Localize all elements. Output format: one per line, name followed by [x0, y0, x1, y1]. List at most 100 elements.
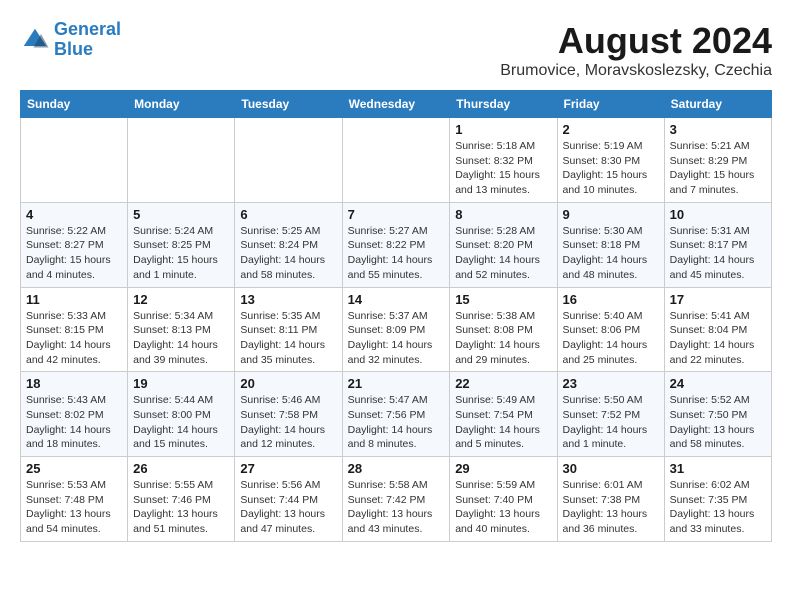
week-row-5: 25 Sunrise: 5:53 AM Sunset: 7:48 PM Dayli…	[21, 457, 772, 542]
day-cell: 17Sunrise: 5:41 AM Sunset: 8:04 PM Dayli…	[664, 287, 771, 372]
day-number: 9	[563, 207, 659, 222]
day-number: 4	[26, 207, 122, 222]
day-cell	[128, 118, 235, 203]
day-cell	[21, 118, 128, 203]
day-cell: 16 Sunrise: 5:40 AM Sunset: 8:06 PM Dayli…	[557, 287, 664, 372]
day-cell: 22 Sunrise: 5:49 AM Sunset: 7:54 PM Dayli…	[450, 372, 557, 457]
day-cell: 29 Sunrise: 5:59 AM Sunset: 7:40 PM Dayli…	[450, 457, 557, 542]
day-number: 26	[133, 461, 229, 476]
day-number: 14	[348, 292, 445, 307]
day-header-monday: Monday	[128, 91, 235, 118]
day-cell: 18 Sunrise: 5:43 AM Sunset: 8:02 PM Dayli…	[21, 372, 128, 457]
day-info: Sunrise: 5:40 AM Sunset: 8:06 PM Dayligh…	[563, 309, 659, 368]
title-block: August 2024 Brumovice, Moravskoslezsky, …	[500, 20, 772, 80]
logo-text: General Blue	[54, 20, 121, 60]
day-cell: 1Sunrise: 5:18 AM Sunset: 8:32 PM Daylig…	[450, 118, 557, 203]
week-row-4: 18 Sunrise: 5:43 AM Sunset: 8:02 PM Dayli…	[21, 372, 772, 457]
day-cell: 27 Sunrise: 5:56 AM Sunset: 7:44 PM Dayli…	[235, 457, 342, 542]
day-number: 15	[455, 292, 551, 307]
day-cell: 26Sunrise: 5:55 AM Sunset: 7:46 PM Dayli…	[128, 457, 235, 542]
day-number: 28	[348, 461, 445, 476]
day-info: Sunrise: 5:49 AM Sunset: 7:54 PM Dayligh…	[455, 393, 551, 452]
day-info: Sunrise: 5:43 AM Sunset: 8:02 PM Dayligh…	[26, 393, 122, 452]
day-header-sunday: Sunday	[21, 91, 128, 118]
day-number: 29	[455, 461, 551, 476]
day-cell: 25 Sunrise: 5:53 AM Sunset: 7:48 PM Dayli…	[21, 457, 128, 542]
day-cell: 13 Sunrise: 5:35 AM Sunset: 8:11 PM Dayli…	[235, 287, 342, 372]
day-cell: 8 Sunrise: 5:28 AM Sunset: 8:20 PM Daylig…	[450, 202, 557, 287]
day-cell: 3Sunrise: 5:21 AM Sunset: 8:29 PM Daylig…	[664, 118, 771, 203]
day-number: 16	[563, 292, 659, 307]
day-info: Sunrise: 5:28 AM Sunset: 8:20 PM Dayligh…	[455, 224, 551, 283]
day-header-tuesday: Tuesday	[235, 91, 342, 118]
calendar-header: SundayMondayTuesdayWednesdayThursdayFrid…	[21, 91, 772, 118]
day-info: Sunrise: 6:02 AM Sunset: 7:35 PM Dayligh…	[670, 478, 766, 537]
day-number: 7	[348, 207, 445, 222]
day-cell: 15 Sunrise: 5:38 AM Sunset: 8:08 PM Dayli…	[450, 287, 557, 372]
day-info: Sunrise: 5:30 AM Sunset: 8:18 PM Dayligh…	[563, 224, 659, 283]
day-info: Sunrise: 5:34 AM Sunset: 8:13 PM Dayligh…	[133, 309, 229, 368]
day-info: Sunrise: 5:53 AM Sunset: 7:48 PM Dayligh…	[26, 478, 122, 537]
day-cell	[235, 118, 342, 203]
week-row-3: 11 Sunrise: 5:33 AM Sunset: 8:15 PM Dayli…	[21, 287, 772, 372]
day-cell: 19Sunrise: 5:44 AM Sunset: 8:00 PM Dayli…	[128, 372, 235, 457]
day-cell: 28 Sunrise: 5:58 AM Sunset: 7:42 PM Dayli…	[342, 457, 450, 542]
day-number: 5	[133, 207, 229, 222]
day-info: Sunrise: 5:46 AM Sunset: 7:58 PM Dayligh…	[240, 393, 336, 452]
day-number: 25	[26, 461, 122, 476]
day-cell: 5Sunrise: 5:24 AM Sunset: 8:25 PM Daylig…	[128, 202, 235, 287]
day-number: 21	[348, 376, 445, 391]
day-info: Sunrise: 5:56 AM Sunset: 7:44 PM Dayligh…	[240, 478, 336, 537]
day-info: Sunrise: 5:50 AM Sunset: 7:52 PM Dayligh…	[563, 393, 659, 452]
day-number: 13	[240, 292, 336, 307]
day-number: 6	[240, 207, 336, 222]
day-number: 24	[670, 376, 766, 391]
day-info: Sunrise: 5:59 AM Sunset: 7:40 PM Dayligh…	[455, 478, 551, 537]
day-cell: 9 Sunrise: 5:30 AM Sunset: 8:18 PM Daylig…	[557, 202, 664, 287]
day-cell: 12 Sunrise: 5:34 AM Sunset: 8:13 PM Dayli…	[128, 287, 235, 372]
page-header: General Blue August 2024 Brumovice, Mora…	[20, 20, 772, 80]
logo-line2: Blue	[54, 39, 93, 59]
day-info: Sunrise: 5:31 AM Sunset: 8:17 PM Dayligh…	[670, 224, 766, 283]
day-cell: 11 Sunrise: 5:33 AM Sunset: 8:15 PM Dayli…	[21, 287, 128, 372]
location: Brumovice, Moravskoslezsky, Czechia	[500, 62, 772, 80]
day-number: 23	[563, 376, 659, 391]
logo-icon	[20, 25, 50, 55]
day-info: Sunrise: 5:47 AM Sunset: 7:56 PM Dayligh…	[348, 393, 445, 452]
calendar-body: 1Sunrise: 5:18 AM Sunset: 8:32 PM Daylig…	[21, 118, 772, 542]
day-number: 8	[455, 207, 551, 222]
day-info: Sunrise: 6:01 AM Sunset: 7:38 PM Dayligh…	[563, 478, 659, 537]
day-info: Sunrise: 5:22 AM Sunset: 8:27 PM Dayligh…	[26, 224, 122, 283]
day-info: Sunrise: 5:19 AM Sunset: 8:30 PM Dayligh…	[563, 139, 659, 198]
week-row-2: 4 Sunrise: 5:22 AM Sunset: 8:27 PM Daylig…	[21, 202, 772, 287]
day-number: 22	[455, 376, 551, 391]
day-cell: 6 Sunrise: 5:25 AM Sunset: 8:24 PM Daylig…	[235, 202, 342, 287]
day-info: Sunrise: 5:38 AM Sunset: 8:08 PM Dayligh…	[455, 309, 551, 368]
day-header-friday: Friday	[557, 91, 664, 118]
day-info: Sunrise: 5:33 AM Sunset: 8:15 PM Dayligh…	[26, 309, 122, 368]
day-info: Sunrise: 5:58 AM Sunset: 7:42 PM Dayligh…	[348, 478, 445, 537]
day-number: 11	[26, 292, 122, 307]
day-info: Sunrise: 5:37 AM Sunset: 8:09 PM Dayligh…	[348, 309, 445, 368]
day-cell: 4 Sunrise: 5:22 AM Sunset: 8:27 PM Daylig…	[21, 202, 128, 287]
day-number: 12	[133, 292, 229, 307]
day-cell: 7 Sunrise: 5:27 AM Sunset: 8:22 PM Daylig…	[342, 202, 450, 287]
day-number: 17	[670, 292, 766, 307]
day-cell: 24Sunrise: 5:52 AM Sunset: 7:50 PM Dayli…	[664, 372, 771, 457]
day-info: Sunrise: 5:27 AM Sunset: 8:22 PM Dayligh…	[348, 224, 445, 283]
day-cell: 21 Sunrise: 5:47 AM Sunset: 7:56 PM Dayli…	[342, 372, 450, 457]
day-cell: 30Sunrise: 6:01 AM Sunset: 7:38 PM Dayli…	[557, 457, 664, 542]
day-number: 3	[670, 122, 766, 137]
day-cell: 14 Sunrise: 5:37 AM Sunset: 8:09 PM Dayli…	[342, 287, 450, 372]
day-cell: 23 Sunrise: 5:50 AM Sunset: 7:52 PM Dayli…	[557, 372, 664, 457]
day-info: Sunrise: 5:25 AM Sunset: 8:24 PM Dayligh…	[240, 224, 336, 283]
logo: General Blue	[20, 20, 121, 60]
day-number: 27	[240, 461, 336, 476]
day-number: 18	[26, 376, 122, 391]
day-cell	[342, 118, 450, 203]
day-info: Sunrise: 5:35 AM Sunset: 8:11 PM Dayligh…	[240, 309, 336, 368]
month-year: August 2024	[500, 20, 772, 62]
logo-line1: General	[54, 19, 121, 39]
header-row: SundayMondayTuesdayWednesdayThursdayFrid…	[21, 91, 772, 118]
day-number: 10	[670, 207, 766, 222]
